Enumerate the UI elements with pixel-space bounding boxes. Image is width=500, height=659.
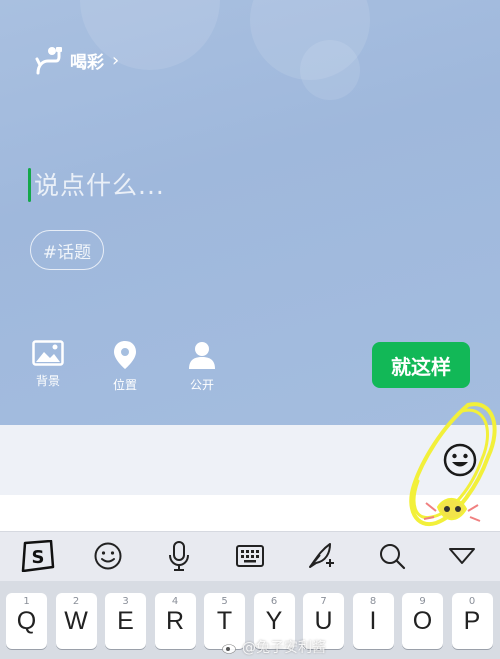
- microphone-icon[interactable]: [159, 537, 199, 575]
- emoji-bar: [0, 425, 500, 495]
- key-r[interactable]: 4R: [154, 593, 196, 649]
- collapse-keyboard-icon[interactable]: [442, 537, 482, 575]
- emoji-toggle-button[interactable]: [442, 442, 478, 478]
- background-label: 背景: [35, 374, 60, 388]
- collapse-keyboard-icon-glyph: [449, 548, 475, 564]
- text-caret: [28, 168, 31, 202]
- location-button[interactable]: 位置: [95, 340, 155, 393]
- search-icon-glyph: [380, 544, 406, 570]
- key-letter: E: [117, 607, 134, 635]
- image-icon: [32, 340, 64, 366]
- key-number-hint: 9: [419, 596, 426, 607]
- svg-text:S: S: [32, 547, 45, 568]
- cheer-label: 喝彩: [70, 52, 104, 73]
- background-decoration: [300, 40, 360, 100]
- key-number-hint: 4: [171, 596, 179, 607]
- post-text-input[interactable]: 说点什么...: [34, 164, 454, 208]
- key-w[interactable]: 2W: [55, 593, 97, 649]
- key-number-hint: 3: [122, 596, 129, 607]
- submit-button[interactable]: 就这样: [372, 342, 470, 388]
- key-letter: U: [314, 607, 333, 635]
- key-i[interactable]: 8I: [352, 593, 394, 649]
- key-letter: I: [369, 607, 377, 635]
- key-letter: T: [216, 607, 233, 635]
- key-number-hint: 7: [320, 596, 327, 607]
- search-icon[interactable]: [372, 537, 412, 575]
- sogou-logo-icon[interactable]: S: [18, 537, 58, 575]
- smiley-icon: [443, 443, 477, 477]
- key-letter: O: [412, 607, 433, 635]
- watermark: @兔子安利酱: [222, 637, 326, 657]
- visibility-label: 公开: [189, 378, 214, 392]
- key-number-hint: 0: [468, 596, 476, 607]
- key-number-hint: 6: [270, 596, 278, 607]
- compose-area[interactable]: 喝彩 › 说点什么... #话题 背景 位置 公开 就这样: [0, 0, 500, 425]
- key-number-hint: 2: [72, 596, 80, 607]
- handwriting-icon-glyph: [309, 543, 334, 568]
- handwriting-icon[interactable]: [301, 537, 341, 575]
- chevron-right-icon: ›: [112, 49, 120, 71]
- location-label: 位置: [112, 378, 137, 392]
- suggestion-strip: [0, 495, 500, 531]
- key-letter: Q: [16, 607, 37, 635]
- key-letter: W: [64, 607, 88, 635]
- key-letter: R: [165, 607, 185, 635]
- screen: 喝彩 › 说点什么... #话题 背景 位置 公开 就这样 S 1 Q 2 W …: [0, 0, 500, 659]
- watermark-text: @兔子安利酱: [242, 640, 326, 656]
- location-pin-icon: [114, 341, 136, 369]
- cheer-person-icon: [35, 47, 62, 75]
- key-e[interactable]: 3E: [105, 593, 146, 649]
- person-icon: [189, 342, 215, 369]
- key-o[interactable]: 9O: [402, 593, 443, 649]
- weibo-logo-icon: [222, 641, 238, 654]
- keyboard-icon[interactable]: [230, 537, 270, 575]
- keyboard-icon-glyph: [236, 545, 264, 567]
- key-p[interactable]: 0P: [451, 593, 493, 649]
- sogou-logo-icon-glyph: S: [21, 540, 55, 572]
- visibility-button[interactable]: 公开: [172, 340, 232, 393]
- cheer-selector[interactable]: 喝彩 ›: [34, 43, 119, 77]
- key-letter: P: [463, 607, 481, 635]
- emoji-smile-icon[interactable]: [88, 537, 128, 575]
- key-q[interactable]: 1Q: [6, 593, 47, 649]
- microphone-icon-glyph: [169, 541, 189, 571]
- background-button[interactable]: 背景: [18, 340, 78, 389]
- emoji-smile-icon-glyph: [94, 542, 122, 570]
- topic-chip[interactable]: #话题: [30, 230, 104, 270]
- key-letter: Y: [265, 607, 283, 635]
- key-number-hint: 5: [221, 596, 228, 607]
- key-number-hint: 1: [23, 596, 30, 607]
- key-number-hint: 8: [369, 596, 377, 607]
